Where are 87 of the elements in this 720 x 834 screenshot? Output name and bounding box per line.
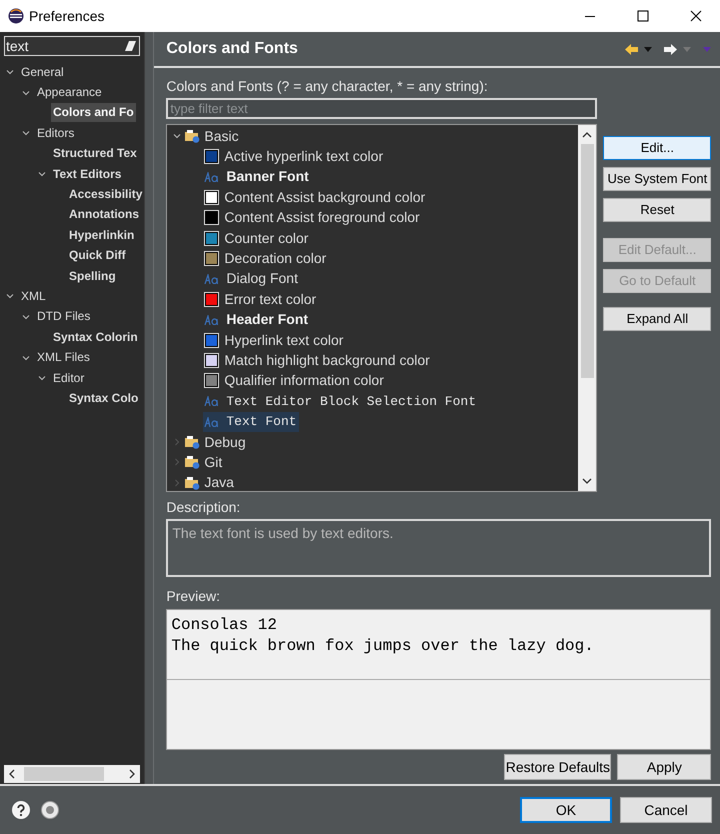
font-icon — [204, 172, 220, 182]
tree-item[interactable]: Text Font — [203, 412, 299, 432]
collapse-chevron-icon[interactable] — [22, 312, 30, 321]
eraser-icon[interactable] — [124, 40, 136, 52]
folder-icon — [185, 435, 200, 450]
tree-item[interactable]: Error text color — [203, 289, 318, 310]
tree-item[interactable]: Hyperlink text color — [203, 330, 346, 350]
collapse-chevron-icon[interactable] — [6, 292, 14, 300]
tree-item[interactable]: Counter color — [203, 228, 310, 248]
vertical-scrollbar[interactable] — [578, 125, 596, 491]
tree-item[interactable]: Accessibility — [67, 185, 144, 204]
scroll-thumb[interactable] — [24, 767, 104, 781]
filter-field[interactable]: text — [4, 36, 140, 56]
tree-item[interactable]: Appearance — [35, 83, 104, 102]
tree-item[interactable]: Quick Diff — [67, 246, 128, 266]
filter-label: Colors and Fonts (? = any character, * = any string): — [166, 77, 489, 96]
tree-item[interactable]: XML Files — [35, 348, 92, 368]
tree-item[interactable]: Syntax Colorin — [51, 328, 140, 347]
tree-item[interactable]: Spelling — [67, 266, 118, 286]
window-title: Preferences — [29, 6, 104, 26]
description-text: The text font is used by text editors. — [172, 525, 394, 541]
tree-item[interactable]: Basic — [204, 126, 239, 147]
tree-item[interactable]: Text Editors — [51, 164, 124, 184]
tree-item[interactable]: Match highlight background color — [203, 350, 432, 370]
tree-item[interactable]: DTD Files — [35, 307, 92, 326]
tree-item[interactable]: Java — [204, 472, 234, 491]
button[interactable]: Use System Font — [603, 167, 712, 191]
tree-item[interactable]: Git — [204, 452, 222, 473]
scroll-thumb[interactable] — [580, 144, 594, 378]
tree-item[interactable]: Header Font — [203, 310, 310, 330]
font-icon — [204, 274, 220, 284]
tree-item[interactable]: Structured Tex — [51, 144, 139, 164]
forward-arrow-icon[interactable] — [664, 44, 678, 54]
horizontal-scrollbar[interactable] — [4, 765, 140, 783]
button[interactable]: Cancel — [620, 797, 712, 823]
tree-item[interactable]: Hyperlinkin — [67, 226, 136, 245]
folder-icon — [185, 455, 200, 470]
tree-item[interactable]: Content Assist background color — [203, 187, 428, 208]
tree-item[interactable]: Editor — [51, 368, 86, 388]
dropdown-icon[interactable] — [644, 46, 652, 52]
preview-text: Consolas 12 — [171, 615, 278, 636]
button[interactable]: Apply — [617, 754, 712, 780]
collapse-chevron-icon[interactable] — [6, 68, 14, 76]
tree-item[interactable]: XML — [19, 286, 48, 306]
tree-item[interactable]: Text Editor Block Selection Font — [203, 391, 478, 412]
font-icon — [204, 416, 220, 427]
tree-item[interactable]: Syntax Colo — [67, 388, 140, 408]
close-icon[interactable] — [690, 10, 702, 22]
folder-icon — [185, 476, 200, 490]
tree-item[interactable]: Content Assist foreground color — [203, 208, 422, 228]
button[interactable]: Edit... — [603, 136, 712, 160]
tree-item[interactable]: Banner Font — [203, 166, 311, 187]
tree-item[interactable]: Qualifier information color — [203, 370, 386, 391]
folder-icon — [185, 129, 200, 144]
collapse-chevron-icon[interactable] — [173, 132, 182, 140]
collapse-chevron-icon[interactable] — [22, 88, 30, 97]
button[interactable]: OK — [520, 797, 612, 823]
font-icon — [204, 396, 220, 406]
scroll-up-icon[interactable] — [582, 131, 592, 139]
description-label: Description: — [166, 498, 242, 516]
preview-label: Preview: — [166, 587, 222, 605]
collapse-chevron-icon[interactable] — [22, 354, 30, 362]
page-title: Colors and Fonts — [166, 39, 298, 59]
collapse-chevron-icon[interactable] — [38, 170, 46, 178]
font-icon — [204, 314, 220, 325]
maximize-icon[interactable] — [637, 10, 649, 22]
tree-item[interactable]: Annotations — [67, 205, 141, 224]
tree-item[interactable]: Decoration color — [203, 248, 328, 269]
collapse-chevron-icon[interactable] — [22, 129, 30, 138]
tree-item[interactable]: General — [19, 62, 66, 82]
button[interactable]: Restore Defaults — [504, 754, 612, 780]
button[interactable]: Reset — [603, 198, 712, 222]
scroll-down-icon[interactable] — [582, 477, 592, 485]
app-logo-icon — [8, 8, 24, 24]
scroll-right-icon[interactable] — [128, 769, 136, 779]
tree-item[interactable]: Editors — [35, 124, 76, 143]
tree-item[interactable]: Dialog Font — [203, 268, 300, 289]
collapse-chevron-icon[interactable] — [38, 374, 46, 382]
tree-item[interactable]: Colors and Fo — [51, 103, 136, 122]
help-icon[interactable] — [12, 801, 30, 819]
tree-item[interactable]: Debug — [204, 432, 246, 453]
scroll-left-icon[interactable] — [8, 769, 16, 779]
preview-text: The quick brown fox jumps over the lazy dog. — [171, 636, 595, 657]
back-arrow-icon[interactable] — [625, 44, 638, 54]
filter-field[interactable]: type filter text — [166, 98, 598, 119]
tree-item[interactable]: Active hyperlink text color — [203, 146, 386, 167]
button[interactable]: Expand All — [603, 307, 712, 331]
